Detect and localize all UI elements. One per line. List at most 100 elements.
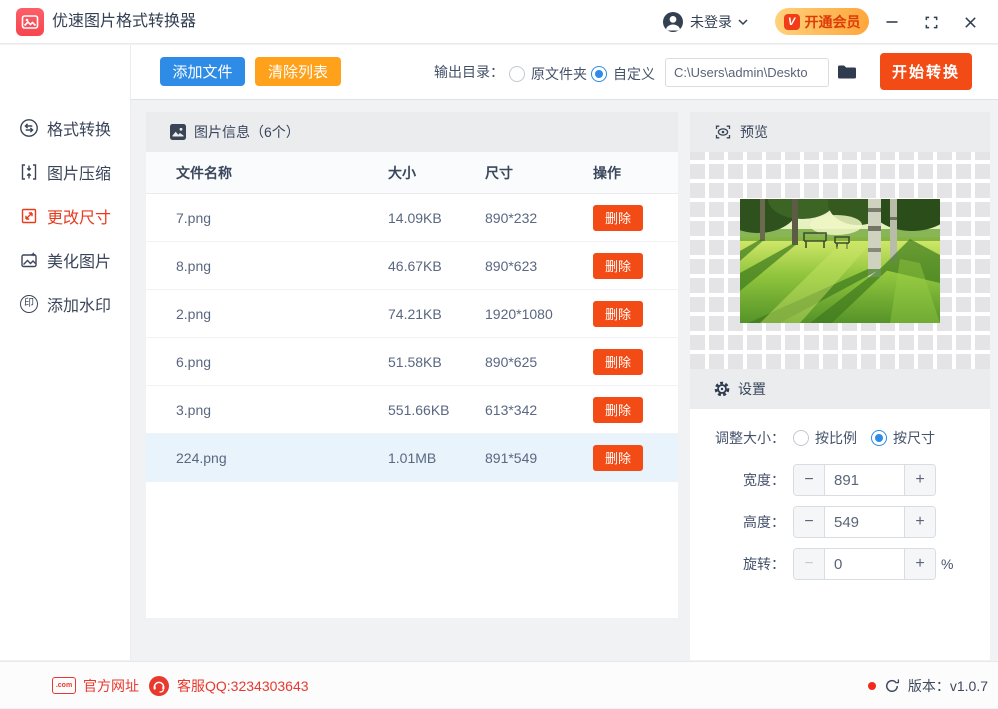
col-ops: 操作 xyxy=(593,164,621,181)
height-stepper: − + xyxy=(793,506,936,538)
radio-custom-circle[interactable] xyxy=(591,66,607,82)
delete-button[interactable]: 删除 xyxy=(593,396,643,423)
file-size: 14.09KB xyxy=(388,209,442,226)
radio-by-size[interactable]: 按尺寸 xyxy=(871,428,935,448)
maximize-button[interactable] xyxy=(921,12,941,32)
add-files-button[interactable]: 添加文件 xyxy=(160,57,245,86)
rotate-stepper: − + xyxy=(793,548,936,580)
table-row[interactable]: 3.png 551.66KB 613*342 删除 xyxy=(146,386,678,434)
file-size: 46.67KB xyxy=(388,257,442,274)
radio-original-folder[interactable]: 原文件夹 xyxy=(509,64,587,84)
rotate-decrease-button[interactable]: − xyxy=(794,549,825,579)
width-label: 宽度： xyxy=(743,472,785,488)
output-path-input[interactable] xyxy=(665,58,829,87)
radio-by-ratio-circle[interactable] xyxy=(793,430,809,446)
file-name: 6.png xyxy=(176,353,212,370)
radio-custom[interactable]: 自定义 xyxy=(591,64,655,84)
start-convert-button[interactable]: 开始转换 xyxy=(880,53,972,90)
sidebar-item-format-convert[interactable]: 格式转换 xyxy=(0,106,130,150)
width-decrease-button[interactable]: − xyxy=(794,465,825,495)
table-row[interactable]: 2.png 74.21KB 1920*1080 删除 xyxy=(146,290,678,338)
height-row: 高度： − + xyxy=(690,506,990,538)
sidebar-item-label: 格式转换 xyxy=(47,122,112,139)
resize-mode-row: 调整大小： 按比例 按尺寸 xyxy=(690,422,990,454)
sidebar-item-beautify[interactable]: 美化图片 xyxy=(0,238,130,282)
radio-original-folder-circle[interactable] xyxy=(509,66,525,82)
height-decrease-button[interactable]: − xyxy=(794,507,825,537)
vip-label: 开通会员 xyxy=(804,13,861,30)
app-window: 优速图片格式转换器 未登录 V 开通会员 添加文件 清除列表 输出目录： 原文件… xyxy=(0,0,998,708)
sidebar-item-compress[interactable]: 图片压缩 xyxy=(0,150,130,194)
width-input[interactable] xyxy=(825,465,904,495)
status-dot xyxy=(867,681,876,690)
height-input[interactable] xyxy=(825,507,904,537)
user-avatar-icon xyxy=(662,11,684,33)
vip-badge-icon: V xyxy=(783,13,800,30)
file-dims: 890*623 xyxy=(485,257,538,274)
footer: .com 官方网址 客服QQ:3234303643 版本：v1.0.7 xyxy=(0,661,998,708)
login-label: 未登录 xyxy=(690,14,732,30)
delete-button[interactable]: 删除 xyxy=(593,300,643,327)
file-dims: 890*625 xyxy=(485,353,538,370)
delete-button[interactable]: 删除 xyxy=(593,252,643,279)
beautify-icon xyxy=(19,250,39,270)
preview-image xyxy=(740,198,940,323)
website-com-icon: .com xyxy=(52,677,76,694)
file-dims: 613*342 xyxy=(485,401,538,418)
right-panel: 预览 设置 调整大小： 按比例 按尺寸 宽度： − 891 + 高度： − 54… xyxy=(690,112,990,660)
sidebar-item-watermark[interactable]: 印 添加水印 xyxy=(0,282,130,326)
chevron-down-icon xyxy=(738,18,748,26)
preview-title: 预览 xyxy=(740,124,768,140)
preview-area xyxy=(690,152,990,369)
col-size: 大小 xyxy=(388,164,416,181)
height-increase-button[interactable]: + xyxy=(904,507,935,537)
refresh-icon[interactable] xyxy=(884,678,900,694)
file-name: 3.png xyxy=(176,401,212,418)
sidebar-item-resize[interactable]: 更改尺寸 xyxy=(0,194,130,238)
radio-by-size-circle[interactable] xyxy=(871,430,887,446)
minimize-button[interactable] xyxy=(882,12,902,32)
watermark-icon: 印 xyxy=(19,294,39,314)
sidebar-item-label: 添加水印 xyxy=(47,298,112,315)
table-row-selected[interactable]: 224.png 1.01MB 891*549 删除 xyxy=(146,434,678,482)
sidebar-item-label: 美化图片 xyxy=(47,254,112,271)
col-dims: 尺寸 xyxy=(485,164,513,181)
clear-list-button[interactable]: 清除列表 xyxy=(255,57,341,86)
settings-body: 调整大小： 按比例 按尺寸 宽度： − + xyxy=(690,409,990,580)
version-area: 版本：v1.0.7 xyxy=(867,662,988,709)
height-label: 高度： xyxy=(743,514,785,530)
app-logo-icon xyxy=(16,8,44,36)
delete-button[interactable]: 删除 xyxy=(593,348,643,375)
gear-icon xyxy=(714,381,730,397)
rotate-input[interactable] xyxy=(825,549,904,579)
official-website-link[interactable]: .com 官方网址 xyxy=(52,662,139,709)
file-name: 2.png xyxy=(176,305,212,322)
table-row[interactable]: 6.png 51.58KB 890*625 删除 xyxy=(146,338,678,386)
login-menu[interactable]: 未登录 xyxy=(662,0,748,44)
resize-label: 调整大小： xyxy=(715,430,785,446)
resize-icon xyxy=(19,206,39,226)
settings-header: 设置 xyxy=(690,369,990,409)
table-header: 文件名称 大小 尺寸 操作 xyxy=(146,152,678,194)
settings-title: 设置 xyxy=(738,381,766,397)
file-dims: 891*549 xyxy=(485,449,538,466)
titlebar: 优速图片格式转换器 未登录 V 开通会员 xyxy=(0,0,998,44)
sidebar: 格式转换 图片压缩 更改尺寸 美化图片 印 添加水印 xyxy=(0,45,131,660)
close-button[interactable] xyxy=(960,12,980,32)
file-name: 7.png xyxy=(176,209,212,226)
delete-button[interactable]: 删除 xyxy=(593,204,643,231)
delete-button[interactable]: 删除 xyxy=(593,444,643,471)
file-dims: 1920*1080 xyxy=(485,305,553,322)
vip-button[interactable]: V 开通会员 xyxy=(775,8,869,35)
table-row[interactable]: 7.png 14.09KB 890*232 删除 xyxy=(146,194,678,242)
file-size: 1.01MB xyxy=(388,449,437,466)
support-qq-link[interactable]: 客服QQ:3234303643 xyxy=(148,662,309,709)
browse-folder-icon[interactable] xyxy=(837,64,857,80)
table-row[interactable]: 8.png 46.67KB 890*623 删除 xyxy=(146,242,678,290)
headset-icon xyxy=(148,675,170,697)
rotate-increase-button[interactable]: + xyxy=(904,549,935,579)
width-row: 宽度： − + xyxy=(690,464,990,496)
radio-by-ratio[interactable]: 按比例 xyxy=(793,428,857,448)
files-panel: 图片信息（6个） 文件名称 大小 尺寸 操作 7.png 14.09KB 890… xyxy=(146,112,678,618)
width-increase-button[interactable]: + xyxy=(904,465,935,495)
